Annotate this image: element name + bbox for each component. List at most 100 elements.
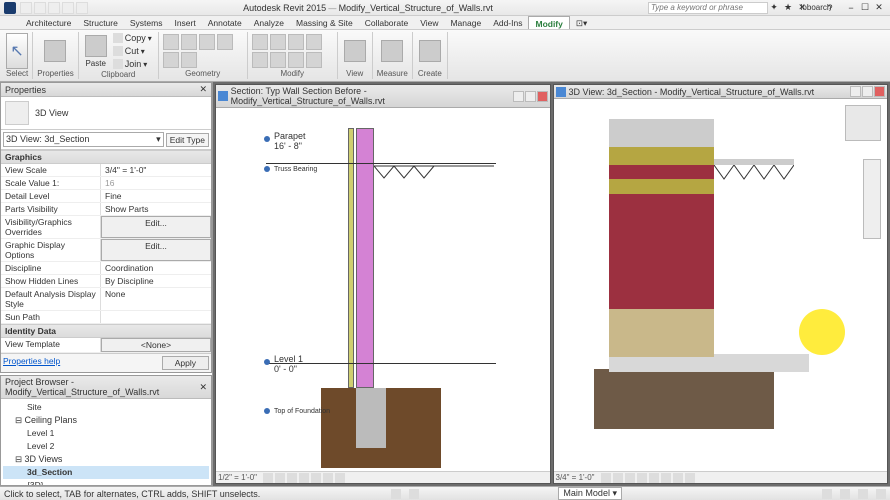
tab-panel-dropdown-icon[interactable]: ⊡▾: [570, 16, 593, 29]
create-button[interactable]: [417, 38, 443, 64]
tree-node[interactable]: ⊟ 3D Views: [3, 453, 209, 466]
browser-header[interactable]: Project Browser - Modify_Vertical_Struct…: [1, 376, 211, 399]
vc-icon[interactable]: [661, 473, 671, 483]
copy2-icon[interactable]: [270, 52, 286, 68]
tab-architecture[interactable]: Architecture: [20, 16, 77, 29]
close-icon[interactable]: ✕: [199, 382, 207, 393]
tree-node[interactable]: Site: [3, 401, 209, 414]
signin-icon[interactable]: ★: [782, 2, 794, 14]
navigation-bar[interactable]: [863, 159, 881, 239]
vc-icon[interactable]: [323, 473, 333, 483]
status-icon[interactable]: [858, 489, 868, 499]
tool-icon[interactable]: [217, 34, 233, 50]
tree-node[interactable]: {3D}: [3, 479, 209, 486]
type-selector[interactable]: 3D View: 3d_Section▾: [3, 132, 164, 147]
vc-icon[interactable]: [685, 473, 695, 483]
move-icon[interactable]: [252, 52, 268, 68]
scale-label[interactable]: 3/4" = 1'-0": [556, 473, 595, 482]
vc-icon[interactable]: [275, 473, 285, 483]
minimize-button[interactable]: −: [844, 2, 858, 14]
vc-icon[interactable]: [311, 473, 321, 483]
3d-canvas[interactable]: [554, 99, 888, 471]
measure-button[interactable]: [379, 38, 405, 64]
maximize-button[interactable]: ☐: [858, 2, 872, 14]
3d-view-header[interactable]: 3D View: 3d_Section - Modify_Vertical_St…: [554, 85, 888, 99]
tool-icon[interactable]: [181, 34, 197, 50]
group-identity[interactable]: Identity Data: [1, 324, 211, 338]
user-label[interactable]: loboarch: [810, 2, 822, 14]
tab-structure[interactable]: Structure: [77, 16, 124, 29]
mirror-icon[interactable]: [288, 34, 304, 50]
view-button[interactable]: [342, 38, 368, 64]
apply-button[interactable]: Apply: [162, 356, 209, 370]
min-icon[interactable]: [850, 86, 861, 97]
tool-icon[interactable]: [181, 52, 197, 68]
align-icon[interactable]: [252, 34, 268, 50]
infocenter-icon[interactable]: ✦: [768, 2, 780, 14]
qat-undo-icon[interactable]: [48, 2, 60, 14]
vc-icon[interactable]: [287, 473, 297, 483]
vc-icon[interactable]: [673, 473, 683, 483]
tab-analyze[interactable]: Analyze: [248, 16, 290, 29]
close-icon[interactable]: [537, 91, 548, 102]
trim-icon[interactable]: [306, 52, 322, 68]
search-input[interactable]: [648, 2, 768, 14]
app-icon[interactable]: [4, 2, 16, 14]
close-icon[interactable]: [874, 86, 885, 97]
vc-icon[interactable]: [625, 473, 635, 483]
tree-node-active[interactable]: 3d_Section: [3, 466, 209, 479]
vc-icon[interactable]: [649, 473, 659, 483]
max-icon[interactable]: [525, 91, 536, 102]
close-button[interactable]: ✕: [872, 2, 886, 14]
tool-icon[interactable]: [163, 34, 179, 50]
tree-node[interactable]: Level 1: [3, 427, 209, 440]
tab-annotate[interactable]: Annotate: [202, 16, 248, 29]
modify-cursor-button[interactable]: ↖: [6, 33, 28, 69]
vc-icon[interactable]: [601, 473, 611, 483]
status-icon[interactable]: [409, 489, 419, 499]
cope-button[interactable]: Copy ▾: [111, 32, 154, 44]
tab-modify[interactable]: Modify: [528, 16, 569, 29]
tree-node[interactable]: ⊟ Ceiling Plans: [3, 414, 209, 427]
viewcube[interactable]: [845, 105, 881, 141]
group-graphics[interactable]: Graphics: [1, 150, 211, 164]
properties-help-link[interactable]: Properties help: [3, 356, 60, 370]
help-icon[interactable]: ?: [824, 2, 836, 14]
vc-icon[interactable]: [263, 473, 273, 483]
split-icon[interactable]: [306, 34, 322, 50]
vc-icon[interactable]: [637, 473, 647, 483]
tab-insert[interactable]: Insert: [168, 16, 201, 29]
offset-icon[interactable]: [270, 34, 286, 50]
paste-button[interactable]: Paste: [83, 33, 109, 70]
tab-collaborate[interactable]: Collaborate: [359, 16, 414, 29]
status-icon[interactable]: [840, 489, 850, 499]
status-icon[interactable]: [391, 489, 401, 499]
section-view-header[interactable]: Section: Typ Wall Section Before - Modif…: [216, 85, 550, 108]
tool-icon[interactable]: [163, 52, 179, 68]
tab-view[interactable]: View: [414, 16, 444, 29]
vc-icon[interactable]: [335, 473, 345, 483]
tab-systems[interactable]: Systems: [124, 16, 169, 29]
qat-print-icon[interactable]: [76, 2, 88, 14]
section-canvas[interactable]: Parapet16' - 8" Truss Bearing Level 10' …: [216, 108, 550, 471]
tree-node[interactable]: Level 2: [3, 440, 209, 453]
status-icon[interactable]: [876, 489, 886, 499]
tool-icon[interactable]: [199, 34, 215, 50]
close-icon[interactable]: ✕: [199, 84, 207, 95]
min-icon[interactable]: [513, 91, 524, 102]
max-icon[interactable]: [862, 86, 873, 97]
properties-header[interactable]: Properties✕: [1, 83, 211, 97]
workset-selector[interactable]: Main Model ▾: [558, 487, 622, 500]
scale-label[interactable]: 1/2" = 1'-0": [218, 473, 257, 482]
tab-addins[interactable]: Add-Ins: [487, 16, 528, 29]
qat-save-icon[interactable]: [34, 2, 46, 14]
properties-button[interactable]: [42, 38, 68, 64]
edit-type-button[interactable]: Edit Type: [166, 133, 209, 147]
qat-redo-icon[interactable]: [62, 2, 74, 14]
tab-massing[interactable]: Massing & Site: [290, 16, 359, 29]
join-button[interactable]: Join ▾: [111, 58, 154, 70]
vc-icon[interactable]: [299, 473, 309, 483]
cut-button[interactable]: Cut ▾: [111, 45, 154, 57]
rotate-icon[interactable]: [288, 52, 304, 68]
status-icon[interactable]: [822, 489, 832, 499]
